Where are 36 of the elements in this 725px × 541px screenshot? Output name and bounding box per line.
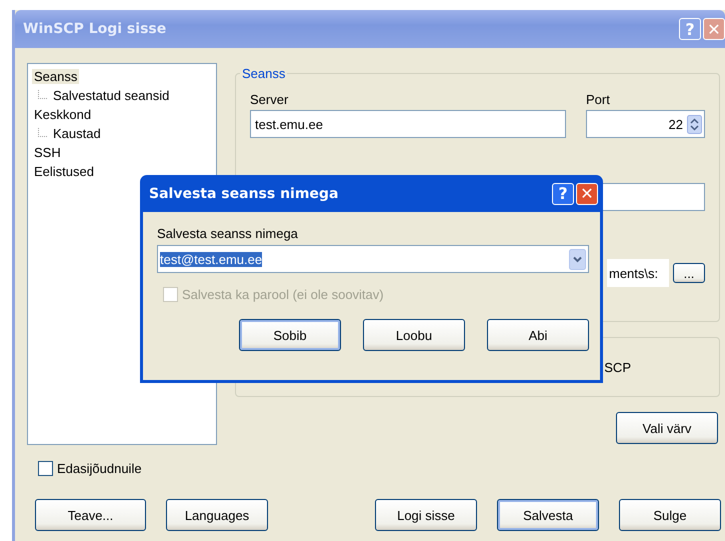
- checkbox-label: Salvesta ka parool (ei ole soovitav): [182, 286, 384, 302]
- tree-item[interactable]: Kaustad: [51, 126, 103, 141]
- session-name-combo[interactable]: test@test.emu.ee: [157, 245, 589, 273]
- window-title: WinSCP Logi sisse: [23, 21, 168, 37]
- name-label: Salvesta seanss nimega: [157, 226, 299, 241]
- group-title: Seanss: [240, 66, 288, 81]
- dropdown-icon[interactable]: [569, 248, 586, 270]
- option-text: SCP: [604, 360, 631, 374]
- tree-item[interactable]: Seanss: [32, 69, 80, 84]
- tree-item[interactable]: Keskkond: [32, 107, 94, 122]
- dialog-button[interactable]: Teave...: [35, 499, 146, 531]
- tree-item[interactable]: SSH: [32, 145, 63, 160]
- dialog-button[interactable]: Loobu: [363, 319, 465, 351]
- checkbox-label: Edasijõudnuile: [57, 460, 142, 476]
- dialog-button[interactable]: Abi: [487, 319, 589, 351]
- dialog-button[interactable]: Languages: [166, 499, 268, 531]
- server-label: Server: [250, 92, 290, 106]
- dialog-button[interactable]: Sobib: [239, 319, 341, 351]
- tree-item[interactable]: Salvestatud seansid: [51, 88, 172, 103]
- dialog-title: Salvesta seanss nimega: [149, 186, 340, 202]
- port-field[interactable]: 22: [586, 110, 705, 138]
- port-label: Port: [586, 92, 611, 106]
- tree-line-icon: [36, 128, 48, 140]
- browse-button[interactable]: ...: [673, 263, 705, 283]
- server-field[interactable]: test.emu.ee: [250, 110, 566, 138]
- checkbox[interactable]: [38, 460, 53, 476]
- spinner-icon[interactable]: [687, 114, 702, 134]
- dialog-button[interactable]: Salvesta: [497, 499, 599, 531]
- dialog-button[interactable]: Sulge: [619, 499, 721, 531]
- path-field[interactable]: ments\s:: [607, 259, 669, 287]
- dialog-button[interactable]: Logi sisse: [375, 499, 477, 531]
- help-button[interactable]: ?: [552, 182, 574, 204]
- close-button[interactable]: ✕: [576, 182, 598, 204]
- color-button[interactable]: Vali värv: [616, 412, 718, 444]
- tree-line-icon: [36, 90, 48, 102]
- tree-item[interactable]: Eelistused: [32, 164, 96, 179]
